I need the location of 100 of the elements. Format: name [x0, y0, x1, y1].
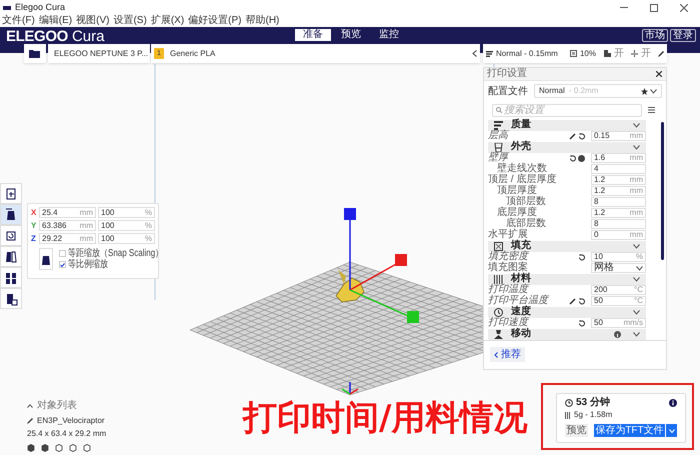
percent-field[interactable]: 100 %: [98, 220, 155, 231]
setting-label: 填充密度: [488, 252, 528, 262]
header-button[interactable]: 市场: [642, 29, 668, 42]
percent-field[interactable]: 100 %: [98, 207, 155, 218]
material-name: Generic PLA: [170, 48, 216, 60]
setting-label: 填充图案: [488, 263, 528, 274]
check-icon: [60, 262, 65, 266]
size-field[interactable]: 63.386 mm: [39, 220, 96, 231]
scrollbar[interactable]: [661, 122, 664, 260]
setting-field[interactable]: 8: [591, 197, 646, 208]
setting-label: 底层厚度: [496, 208, 537, 218]
tool-button[interactable]: [0, 204, 22, 225]
tool-button[interactable]: [0, 267, 22, 288]
setting-label: 壁走线次数: [496, 164, 547, 174]
tool-button[interactable]: [0, 246, 22, 267]
menu-item[interactable]: 扩展(X): [150, 16, 184, 26]
settings-category[interactable]: 材料: [488, 274, 646, 285]
menu-item[interactable]: 偏好设置(P): [188, 16, 242, 26]
stage-tab[interactable]: 监控: [371, 29, 407, 41]
category-icon: [494, 142, 503, 152]
setting-dropdown[interactable]: 网格: [591, 263, 646, 274]
stage-tab[interactable]: 预览: [333, 29, 369, 41]
category-icon: [494, 120, 503, 130]
menu-item[interactable]: 设置(S): [113, 16, 147, 26]
printer-selector[interactable]: ELEGOO NEPTUNE 3 P...: [48, 44, 150, 63]
folder-icon: [29, 49, 41, 58]
menu-item[interactable]: 帮助(H): [246, 16, 280, 26]
chevron-down-icon: [633, 310, 640, 315]
view-button[interactable]: [41, 444, 49, 452]
stage-tab[interactable]: 准备: [295, 29, 331, 41]
star-icon: [641, 88, 648, 95]
setting-field[interactable]: 1.6 mm: [591, 153, 646, 164]
tool-button[interactable]: [0, 288, 22, 309]
setting-label: 壁厚: [488, 153, 508, 164]
setting-field[interactable]: 0.15 mm: [591, 131, 646, 142]
open-file-button[interactable]: [24, 44, 46, 63]
setting-field[interactable]: 4: [591, 164, 646, 174]
print-time: 53 分钟: [576, 398, 610, 408]
view-button[interactable]: [69, 444, 77, 452]
setting-field[interactable]: 8: [591, 219, 646, 230]
profile-name: Normal - 0.15mm: [496, 48, 558, 60]
chevron-down-icon: [633, 332, 640, 337]
view-button[interactable]: [83, 444, 91, 452]
logo-brand: ELEGOO: [6, 29, 68, 44]
chevron-left-icon: [472, 50, 477, 57]
settings-category[interactable]: 质量: [488, 120, 646, 131]
profile-lines-icon: [486, 50, 493, 56]
setting-field[interactable]: 200 °C: [591, 285, 646, 296]
menu-item[interactable]: 视图(V): [76, 16, 110, 26]
settings-category[interactable]: 移动: [488, 328, 646, 340]
view-button[interactable]: [27, 444, 35, 452]
origin-axes-drawing: [342, 382, 358, 395]
tool-button[interactable]: [0, 225, 22, 246]
support-icon: [604, 50, 611, 57]
checkbox[interactable]: [59, 261, 66, 268]
save-button[interactable]: 保存为TFT文件: [594, 424, 665, 437]
view-button[interactable]: [55, 444, 63, 452]
search-field[interactable]: 搜索设置: [492, 104, 642, 117]
menu-icon: [648, 107, 655, 114]
setting-field[interactable]: 1.2 mm: [591, 208, 646, 218]
setting-label: 层高: [488, 131, 508, 142]
window-title: Elegoo Cura: [15, 3, 66, 12]
settings-category[interactable]: 填充: [488, 240, 646, 252]
settings-category[interactable]: 速度: [488, 306, 646, 318]
setting-label: 打印温度: [488, 285, 528, 296]
chevron-down-icon: [668, 428, 674, 432]
menu-item[interactable]: 文件(F): [2, 16, 35, 26]
setting-field[interactable]: 50 °C: [591, 296, 646, 306]
lay-flat-button[interactable]: [39, 248, 53, 270]
tool-button[interactable]: [0, 183, 22, 204]
profile-label: 配置文件: [488, 84, 528, 99]
size-field[interactable]: 25.4 mm: [39, 207, 96, 218]
percent-field[interactable]: 100 %: [98, 233, 155, 244]
setting-field[interactable]: 50 mm/s: [591, 318, 646, 328]
pencil-icon: [27, 418, 33, 424]
setting-label: 水平扩展: [488, 230, 528, 240]
maximize-icon: [650, 4, 658, 12]
setting-field[interactable]: 0 mm: [591, 230, 646, 240]
info-icon: [669, 399, 677, 407]
recommended-button[interactable]: 推荐: [490, 347, 525, 362]
category-icon: [494, 308, 503, 317]
clock-icon: [565, 399, 573, 407]
tool-icon: [3, 248, 19, 264]
close-icon: [680, 4, 688, 12]
header-button[interactable]: 登录: [670, 29, 696, 42]
print-settings-summary[interactable]: Normal - 0.15mm 10% 开 开: [483, 44, 667, 63]
setting-field[interactable]: 1.2 mm: [591, 175, 646, 186]
setting-label: 顶层 / 底层厚度: [488, 175, 556, 186]
save-options-button[interactable]: [666, 424, 677, 437]
setting-label: 打印速度: [488, 318, 528, 328]
profile-dropdown[interactable]: Normal - 0.2mm: [534, 84, 662, 98]
preview-button[interactable]: 预览: [565, 424, 588, 437]
object-list-title[interactable]: 对象列表: [37, 401, 77, 411]
setting-field[interactable]: 10 %: [591, 252, 646, 262]
menu-item[interactable]: 编辑(E): [38, 16, 72, 26]
size-field[interactable]: 29.22 mm: [39, 233, 96, 244]
settings-category[interactable]: 外壳: [488, 142, 646, 153]
setting-field[interactable]: 1.2 mm: [591, 186, 646, 196]
close-button[interactable]: [655, 70, 663, 78]
checkbox-label: 等比例缩放: [68, 260, 108, 270]
